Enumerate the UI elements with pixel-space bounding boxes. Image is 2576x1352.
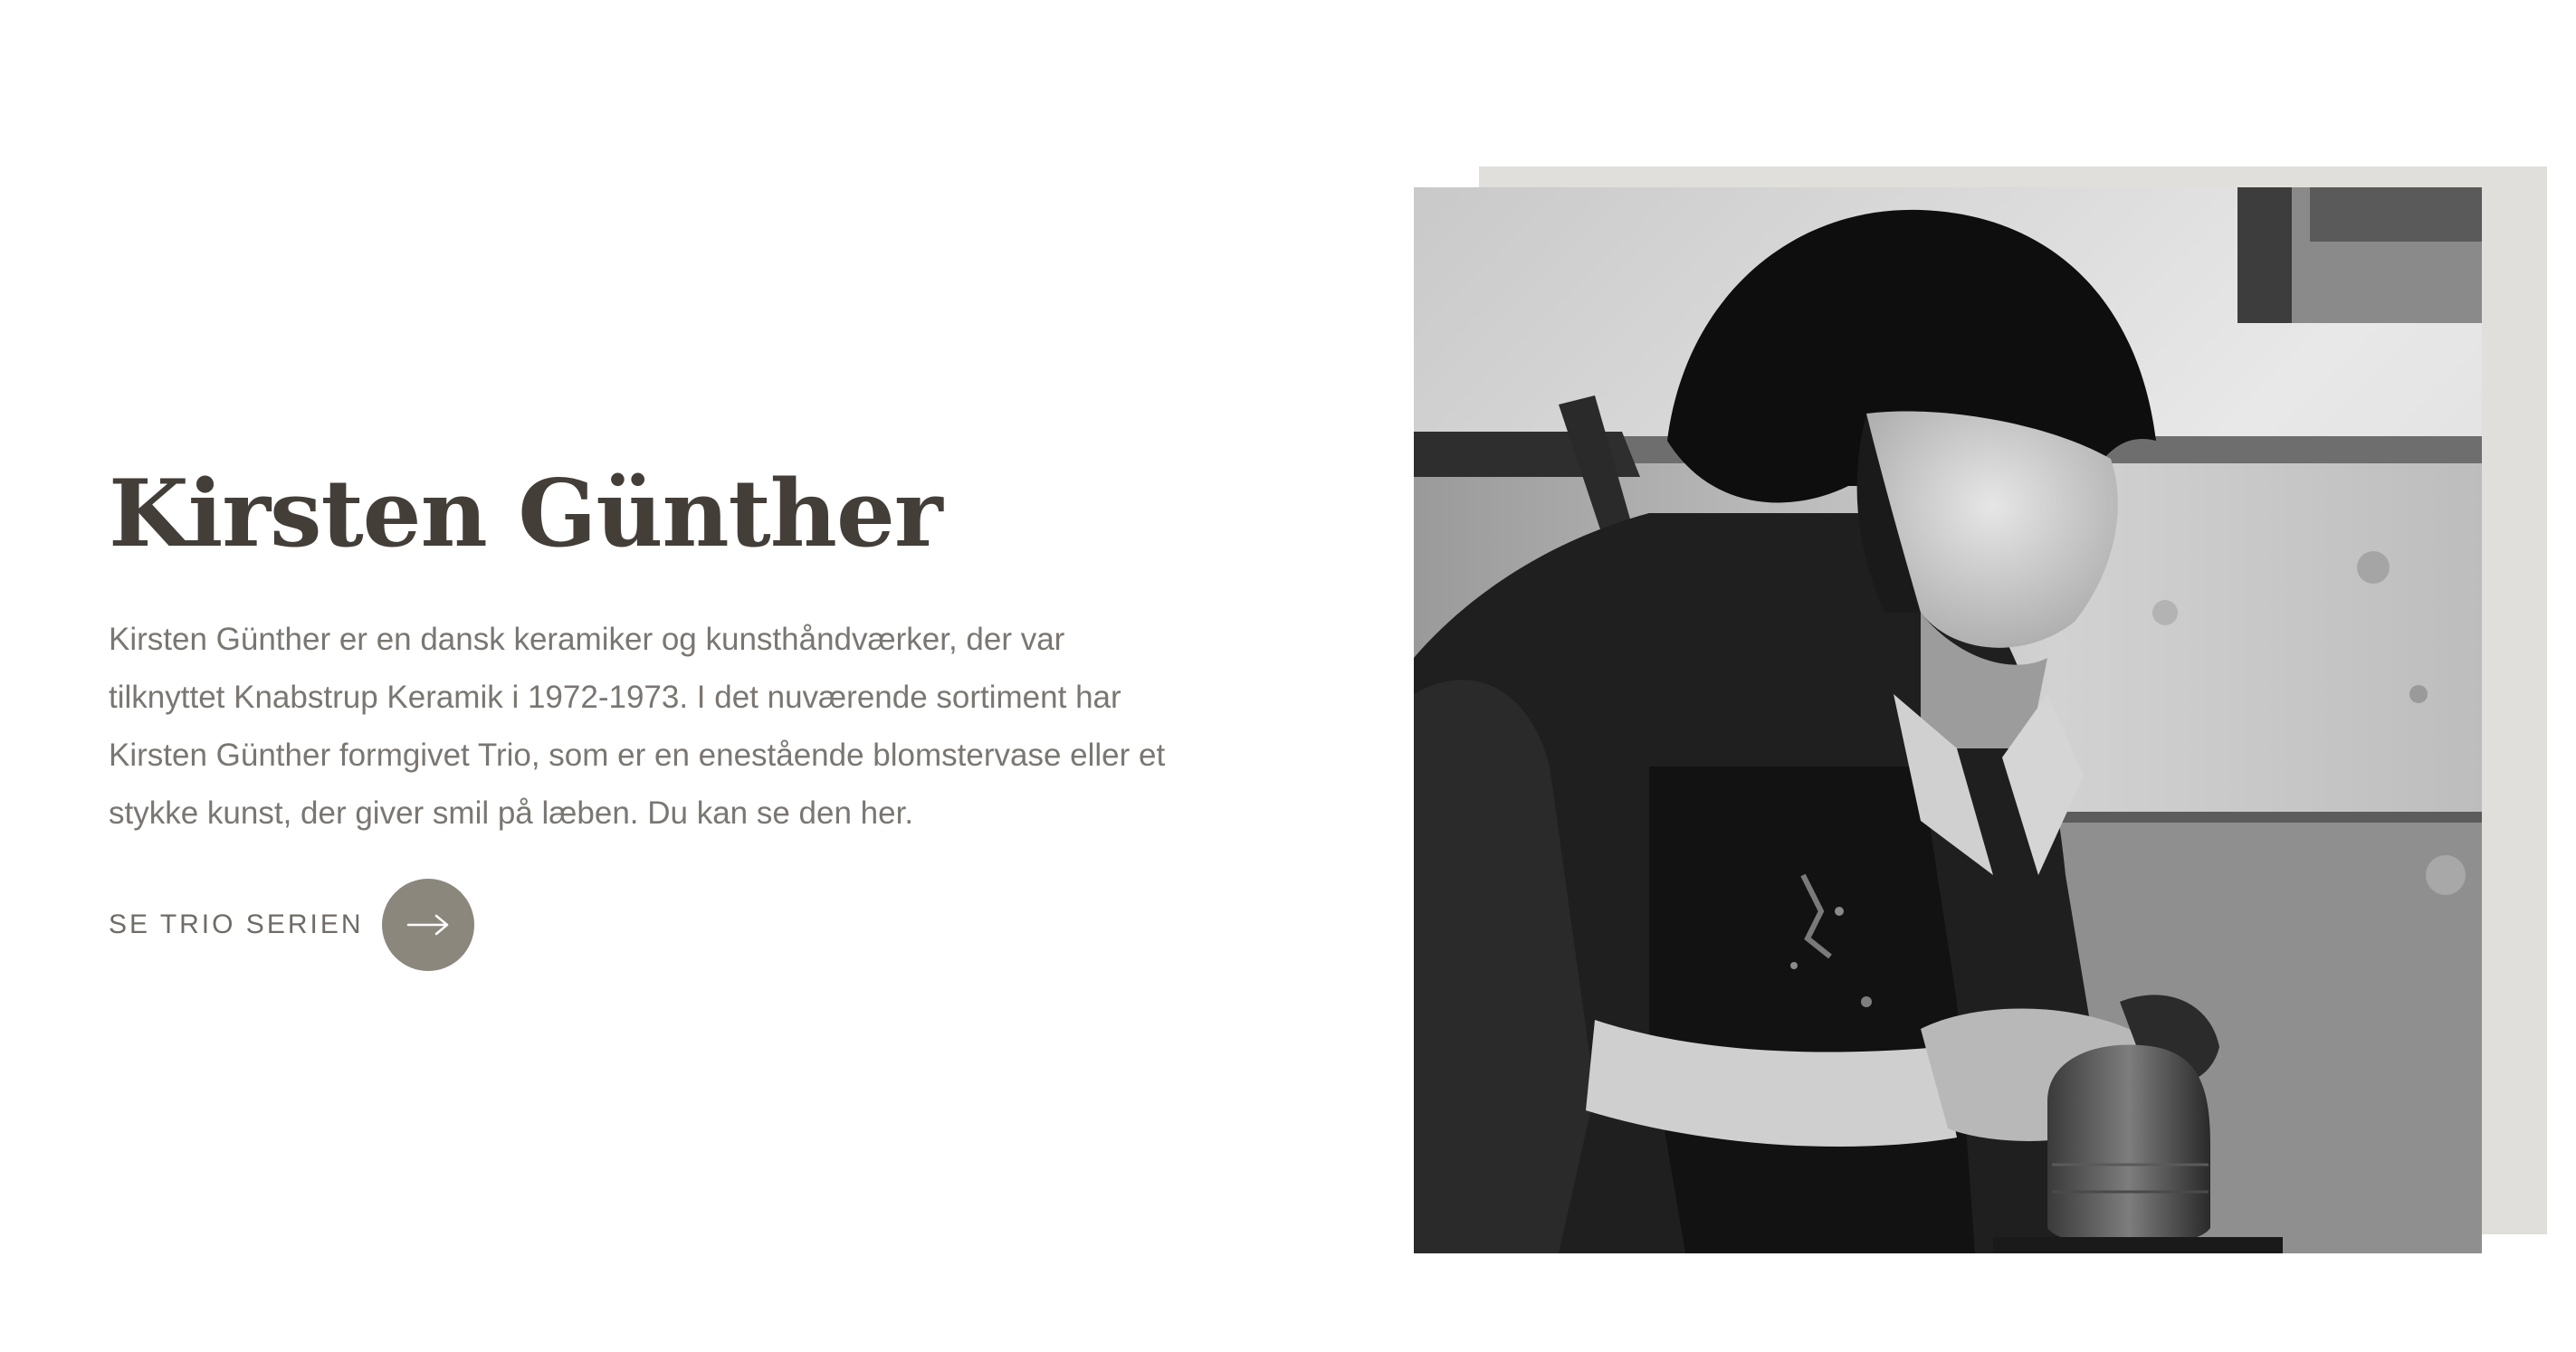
artist-feature-section: Kirsten Günther Kirsten Günther er en da… [0,0,2576,1352]
arrow-right-icon [406,915,448,936]
cta-arrow-button[interactable] [381,879,474,972]
ceramicist-photo-illustration [1414,187,2482,1253]
see-trio-series-link[interactable]: SE TRIO SERIEN [109,879,474,972]
artist-description: Kirsten Günther er en dansk keramiker og… [109,622,1166,832]
cta-label: SE TRIO SERIEN [109,909,364,940]
artist-title: Kirsten Günther [109,460,943,568]
artist-text-column: Kirsten Günther Kirsten Günther er en da… [109,460,1195,972]
artist-photo [1414,187,2482,1253]
